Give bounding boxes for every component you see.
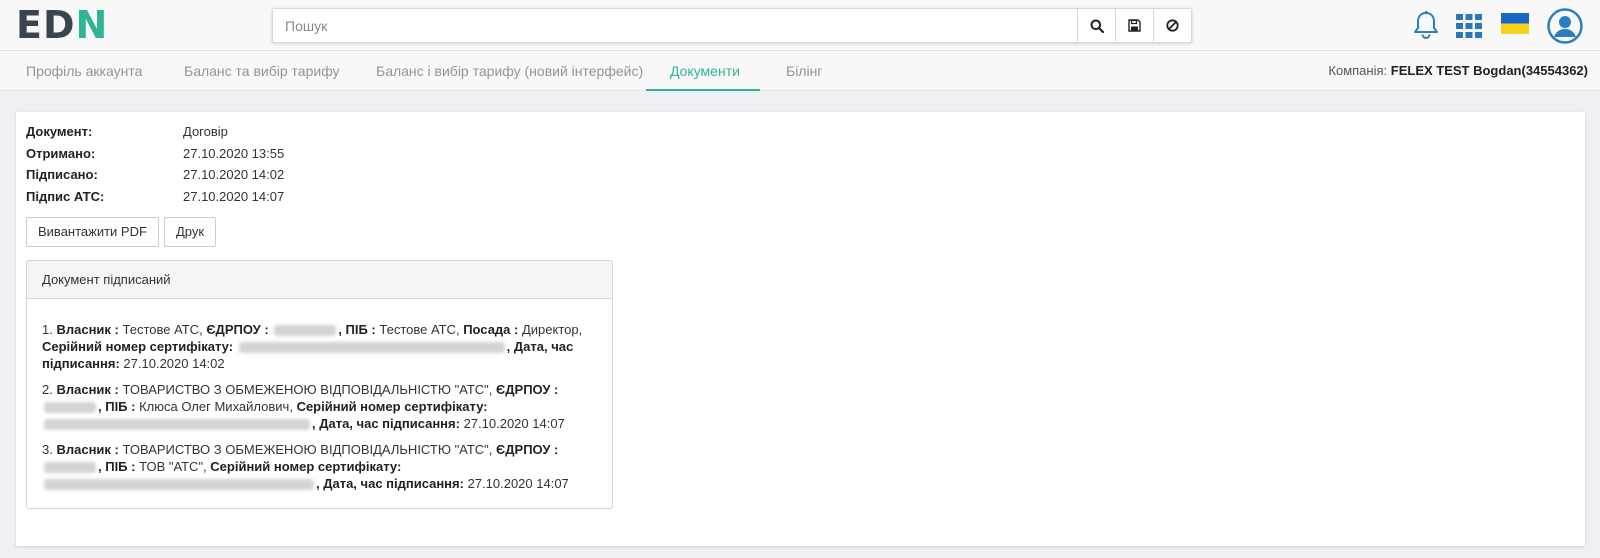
serial-label: Серійний номер сертифікату: <box>210 459 402 474</box>
meta-row-signed: Підписано: 27.10.2020 14:02 <box>26 164 284 186</box>
search-input[interactable] <box>273 9 1077 42</box>
tab-balance-tariff[interactable]: Баланс та вибір тарифу <box>184 51 340 91</box>
bell-icon[interactable] <box>1412 10 1440 40</box>
serial-label: Серійний номер сертифікату: <box>296 399 488 414</box>
signatures-panel: Документ підписаний 1. Власник : Тестове… <box>26 260 613 509</box>
meta-value: 27.10.2020 14:02 <box>183 167 285 182</box>
edrpou-label: ЄДРПОУ : <box>206 322 269 337</box>
clear-icon <box>1166 19 1179 32</box>
document-card: Документ: Договір Отримано: 27.10.2020 1… <box>16 112 1585 546</box>
signature-number: 1. <box>42 322 53 337</box>
tab-documents[interactable]: Документи <box>646 51 760 91</box>
apps-grid-icon[interactable] <box>1456 14 1482 38</box>
serial-redacted <box>238 342 505 354</box>
top-header: ED N <box>0 0 1600 51</box>
pib-value: Клюса Олег Михайлович, <box>139 399 293 414</box>
owner-value: Тестове АТС, <box>122 322 203 337</box>
edrpou-redacted <box>274 325 337 337</box>
meta-key: Підпис АТС: <box>26 188 105 204</box>
meta-value: Договір <box>183 124 228 139</box>
serial-label: Серійний номер сертифікату: <box>42 339 234 354</box>
search-icon <box>1090 19 1104 33</box>
datetime-label: , Дата, час підписання: <box>316 476 464 491</box>
tabs-bar: Профіль аккаунта Баланс та вибір тарифу … <box>0 51 1600 91</box>
document-meta: Документ: Договір Отримано: 27.10.2020 1… <box>26 121 284 207</box>
logo-text-accent: N <box>75 3 109 47</box>
meta-key: Отримано: <box>26 145 96 161</box>
logo-text-dark: ED <box>16 3 76 47</box>
pib-value: ТОВ "АТС", <box>139 459 207 474</box>
meta-key: Підписано: <box>26 167 98 182</box>
signature-item-3: 3. Власник : ТОВАРИСТВО З ОБМЕЖЕНОЮ ВІДП… <box>42 441 597 492</box>
signature-number: 2. <box>42 382 53 397</box>
position-value: Директор, <box>521 322 583 337</box>
owner-label: Власник : <box>56 322 119 337</box>
edin-logo[interactable]: ED N <box>16 3 109 47</box>
datetime-value: 27.10.2020 14:02 <box>123 356 225 371</box>
edrpou-label: ЄДРПОУ : <box>496 382 559 397</box>
tab-balance-tariff-new[interactable]: Баланс і вибір тарифу (новий інтерфейс) <box>376 51 643 91</box>
datetime-value: 27.10.2020 14:07 <box>467 476 569 491</box>
ukraine-flag-icon[interactable] <box>1501 13 1529 34</box>
meta-row-document: Документ: Договір <box>26 121 284 143</box>
save-search-button[interactable] <box>1115 9 1153 42</box>
edrpou-redacted <box>44 462 96 474</box>
position-label: Посада : <box>463 322 519 337</box>
meta-row-ats-signature: Підпис АТС: 27.10.2020 14:07 <box>26 186 284 208</box>
serial-redacted <box>44 419 310 431</box>
company-name: FELEX TEST Bogdan(34554362) <box>1390 63 1588 78</box>
meta-key: Документ: <box>26 124 93 139</box>
signature-item-1: 1. Власник : Тестове АТС, ЄДРПОУ : , ПІБ… <box>42 321 597 372</box>
user-avatar-icon[interactable] <box>1547 8 1583 44</box>
edrpou-label: ЄДРПОУ : <box>496 442 559 457</box>
pib-label: , ПІБ : <box>338 322 376 337</box>
company-label: Компанія: <box>1328 63 1388 78</box>
owner-value: ТОВАРИСТВО З ОБМЕЖЕНОЮ ВІДПОВІДАЛЬНІСТЮ … <box>122 382 493 397</box>
signature-number: 3. <box>42 442 53 457</box>
meta-row-received: Отримано: 27.10.2020 13:55 <box>26 143 284 165</box>
serial-redacted <box>44 479 314 491</box>
meta-value: 27.10.2020 13:55 <box>183 145 285 161</box>
signatures-list: 1. Власник : Тестове АТС, ЄДРПОУ : , ПІБ… <box>27 299 612 492</box>
signatures-panel-title: Документ підписаний <box>27 261 612 299</box>
datetime-value: 27.10.2020 14:07 <box>463 416 565 431</box>
company-info: Компанія: FELEX TEST Bogdan(34554362) <box>1328 51 1588 91</box>
pib-label: , ПІБ : <box>98 399 136 414</box>
download-pdf-button[interactable]: Вивантажити PDF <box>26 217 159 247</box>
edrpou-redacted <box>44 402 96 414</box>
owner-label: Власник : <box>56 382 119 397</box>
search-button[interactable] <box>1077 9 1115 42</box>
clear-search-button[interactable] <box>1153 9 1191 42</box>
save-icon <box>1128 19 1141 32</box>
owner-value: ТОВАРИСТВО З ОБМЕЖЕНОЮ ВІДПОВІДАЛЬНІСТЮ … <box>122 442 493 457</box>
pib-value: Тестове АТС, <box>379 322 460 337</box>
tab-billing[interactable]: Білінг <box>786 51 822 91</box>
owner-label: Власник : <box>56 442 119 457</box>
tab-account-profile[interactable]: Профіль аккаунта <box>26 51 142 91</box>
meta-value: 27.10.2020 14:07 <box>183 188 285 204</box>
signature-item-2: 2. Власник : ТОВАРИСТВО З ОБМЕЖЕНОЮ ВІДП… <box>42 381 597 432</box>
print-button[interactable]: Друк <box>164 217 217 247</box>
pib-label: , ПІБ : <box>98 459 136 474</box>
datetime-label: , Дата, час підписання: <box>312 416 460 431</box>
search-bar <box>272 8 1192 43</box>
